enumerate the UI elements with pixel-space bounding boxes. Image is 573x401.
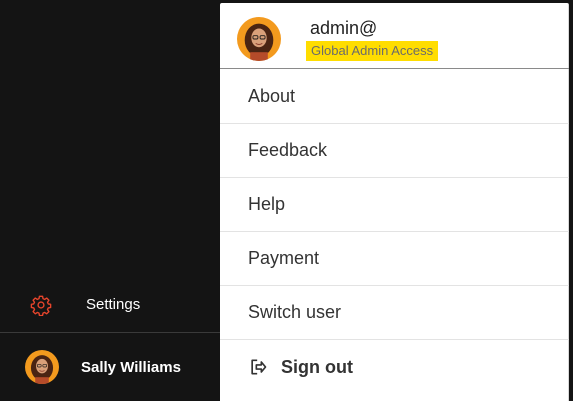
menu-item-about[interactable]: About xyxy=(220,70,569,124)
menu-item-label: About xyxy=(248,86,296,106)
sidebar: Settings Sally Williams xyxy=(0,0,220,401)
account-menu: About Feedback Help Payment Switch user … xyxy=(220,70,569,394)
avatar xyxy=(25,350,59,384)
user-name: Sally Williams xyxy=(81,359,181,376)
menu-item-label: Help xyxy=(248,194,286,214)
menu-item-help[interactable]: Help xyxy=(220,178,569,232)
menu-item-label: Switch user xyxy=(248,302,342,322)
account-username: admin@ xyxy=(310,18,378,38)
sidebar-item-settings[interactable]: Settings xyxy=(0,283,220,327)
gear-icon xyxy=(30,295,52,316)
sign-out-label: Sign out xyxy=(281,356,353,377)
sign-out-icon xyxy=(251,359,267,375)
avatar xyxy=(237,17,281,61)
account-menu-panel: admin@ Global Admin Access About Feedbac… xyxy=(220,3,569,401)
menu-item-feedback[interactable]: Feedback xyxy=(220,124,569,178)
account-header: admin@ Global Admin Access xyxy=(220,3,569,69)
menu-item-label: Feedback xyxy=(248,140,328,160)
menu-item-payment[interactable]: Payment xyxy=(220,232,569,286)
access-badge: Global Admin Access xyxy=(306,41,439,61)
sign-out-button[interactable]: Sign out xyxy=(220,340,569,394)
sidebar-divider xyxy=(0,332,220,333)
menu-item-switch-user[interactable]: Switch user xyxy=(220,286,569,340)
sidebar-profile[interactable]: Sally Williams xyxy=(0,340,220,396)
app-root: Settings Sally Williams admin@ Global Ad… xyxy=(0,0,573,401)
menu-item-label: Payment xyxy=(248,248,320,268)
sidebar-item-label: Settings xyxy=(86,296,141,313)
